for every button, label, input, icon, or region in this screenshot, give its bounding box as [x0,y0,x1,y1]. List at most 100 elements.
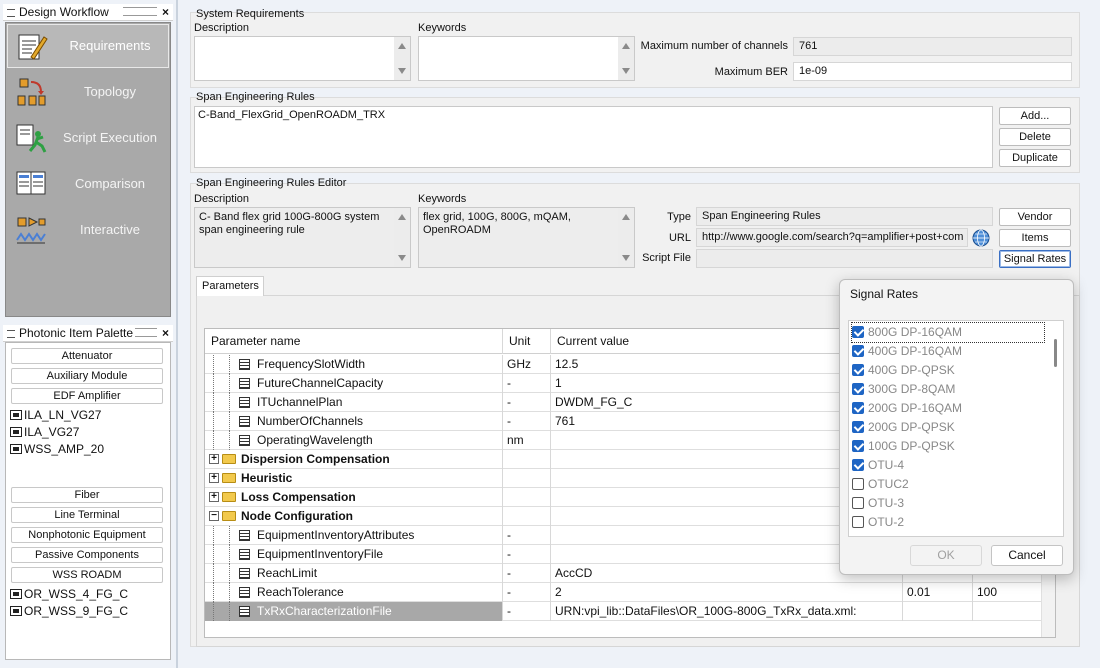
palette-group-wss-roadm[interactable]: WSS ROADM [11,567,163,583]
span-rule-item[interactable]: C-Band_FlexGrid_OpenROADM_TRX [198,109,385,121]
workflow-item-topology[interactable]: Topology [7,70,169,114]
parameter-name-cell[interactable]: + Dispersion Compensation [205,450,503,469]
current-value-cell[interactable]: 2 [551,583,903,602]
cancel-button[interactable]: Cancel [991,545,1063,566]
requirements-keywords-input[interactable] [418,36,635,81]
signal-rate-option[interactable]: 200G DP-16QAM [852,399,1044,418]
parameter-name-cell[interactable]: ReachLimit [205,564,503,583]
scrollbar-track[interactable] [394,208,410,267]
checkbox[interactable] [852,478,864,490]
editor-keywords-input[interactable]: flex grid, 100G, 800G, mQAM, OpenROADM [418,207,635,268]
column-header-unit[interactable]: Unit [503,329,551,354]
table-row[interactable]: TxRxCharacterizationFile - URN:vpi_lib::Da… [205,602,1055,621]
palette-item[interactable]: ILA_LN_VG27 [10,407,101,423]
checkbox[interactable] [852,402,864,414]
signal-rate-option[interactable]: 800G DP-16QAM [851,322,1045,343]
drag-handle[interactable] [123,7,157,16]
table-row[interactable]: ReachTolerance -2 0.01 100 [205,583,1055,602]
checkbox[interactable] [852,497,864,509]
current-value-cell[interactable]: URN:vpi_lib::DataFiles\OR_100G-800G_TxRx… [551,602,903,621]
signal-rates-button[interactable]: Signal Rates [999,250,1071,268]
splitter[interactable] [176,0,178,668]
parameter-name-cell[interactable]: FutureChannelCapacity [205,374,503,393]
checkbox[interactable] [852,345,864,357]
scrollbar-track[interactable] [394,37,410,80]
expander-icon[interactable]: + [209,454,219,464]
signal-rate-option[interactable]: 200G DP-QPSK [852,418,1044,437]
expander-icon[interactable]: + [209,473,219,483]
signal-rate-option[interactable]: OTU-2 [852,513,1044,532]
expander-icon[interactable]: − [209,511,219,521]
script-file-field[interactable] [696,249,993,268]
expander-icon[interactable]: + [209,492,219,502]
ok-button[interactable]: OK [910,545,982,566]
workflow-item-comparison[interactable]: Comparison [7,162,169,206]
parameter-name-cell[interactable]: + Heuristic [205,469,503,488]
parameter-name-cell[interactable]: ITUchannelPlan [205,393,503,412]
parameter-name-cell[interactable]: − Node Configuration [205,507,503,526]
palette-group-nonphotonic-equipment[interactable]: Nonphotonic Equipment [11,527,163,543]
checkbox[interactable] [852,421,864,433]
parameter-name-cell[interactable]: EquipmentInventoryAttributes [205,526,503,545]
grip-icon[interactable] [7,330,15,338]
editor-description-input[interactable]: C- Band flex grid 100G-800G system span … [194,207,411,268]
parameter-name-cell[interactable]: NumberOfChannels [205,412,503,431]
add-button[interactable]: Add... [999,107,1071,125]
scroll-down-icon[interactable] [622,255,630,261]
drag-handle[interactable] [135,328,157,337]
signal-rate-option[interactable]: OTUC2 [852,475,1044,494]
parameter-name-cell[interactable]: OperatingWavelength [205,431,503,450]
vendor-button[interactable]: Vendor [999,208,1071,226]
close-icon[interactable]: × [162,325,169,342]
parameter-name-cell[interactable]: ReachTolerance [205,583,503,602]
checkbox[interactable] [852,440,864,452]
items-button[interactable]: Items [999,229,1071,247]
workflow-item-interactive[interactable]: Interactive [7,208,169,252]
max-ber-input[interactable]: 1e-09 [793,62,1072,81]
parameter-name-cell[interactable]: TxRxCharacterizationFile [205,602,503,621]
span-rules-list[interactable]: C-Band_FlexGrid_OpenROADM_TRX [194,106,993,168]
checkbox[interactable] [852,364,864,376]
scroll-down-icon[interactable] [398,255,406,261]
checkbox[interactable] [852,326,864,338]
list-scrollbar-thumb[interactable] [1054,339,1057,367]
signal-rate-option[interactable]: 400G DP-16QAM [852,342,1044,361]
checkbox[interactable] [852,459,864,471]
palette-group-fiber[interactable]: Fiber [11,487,163,503]
parameter-name-cell[interactable]: FrequencySlotWidth [205,355,503,374]
checkbox[interactable] [852,516,864,528]
close-icon[interactable]: × [162,4,169,21]
column-header-parameter-name[interactable]: Parameter name [205,329,503,354]
palette-group-attenuator[interactable]: Attenuator [11,348,163,364]
scroll-up-icon[interactable] [622,214,630,220]
palette-item[interactable]: OR_WSS_4_FG_C [10,586,128,602]
tab-parameters[interactable]: Parameters [196,276,264,296]
palette-group-auxiliary-module[interactable]: Auxiliary Module [11,368,163,384]
signal-rate-option[interactable]: 400G DP-QPSK [852,361,1044,380]
url-field[interactable]: http://www.google.com/search?q=amplifier… [696,228,968,247]
grip-icon[interactable] [7,9,15,17]
scroll-down-icon[interactable] [398,68,406,74]
palette-item[interactable]: ILA_VG27 [10,424,79,440]
palette-group-passive-components[interactable]: Passive Components [11,547,163,563]
globe-icon[interactable] [972,229,990,247]
signal-rate-option[interactable]: OTU-4 [852,456,1044,475]
requirements-description-input[interactable] [194,36,411,81]
duplicate-button[interactable]: Duplicate [999,149,1071,167]
scroll-up-icon[interactable] [398,43,406,49]
palette-item[interactable]: OR_WSS_9_FG_C [10,603,128,619]
signal-rate-option[interactable]: OTU-3 [852,494,1044,513]
workflow-item-script-execution[interactable]: Script Execution [7,116,169,160]
checkbox[interactable] [852,383,864,395]
palette-item[interactable]: WSS_AMP_20 [10,441,104,457]
signal-rate-option[interactable]: 100G DP-QPSK [852,437,1044,456]
scrollbar[interactable] [394,208,410,267]
scrollbar[interactable] [394,37,410,80]
parameter-name-cell[interactable]: EquipmentInventoryFile [205,545,503,564]
workflow-item-requirements[interactable]: Requirements [7,24,169,68]
palette-group-line-terminal[interactable]: Line Terminal [11,507,163,523]
parameter-name-cell[interactable]: + Loss Compensation [205,488,503,507]
signal-rate-option[interactable]: 300G DP-8QAM [852,380,1044,399]
scroll-up-icon[interactable] [398,214,406,220]
palette-group-edf-amplifier[interactable]: EDF Amplifier [11,388,163,404]
